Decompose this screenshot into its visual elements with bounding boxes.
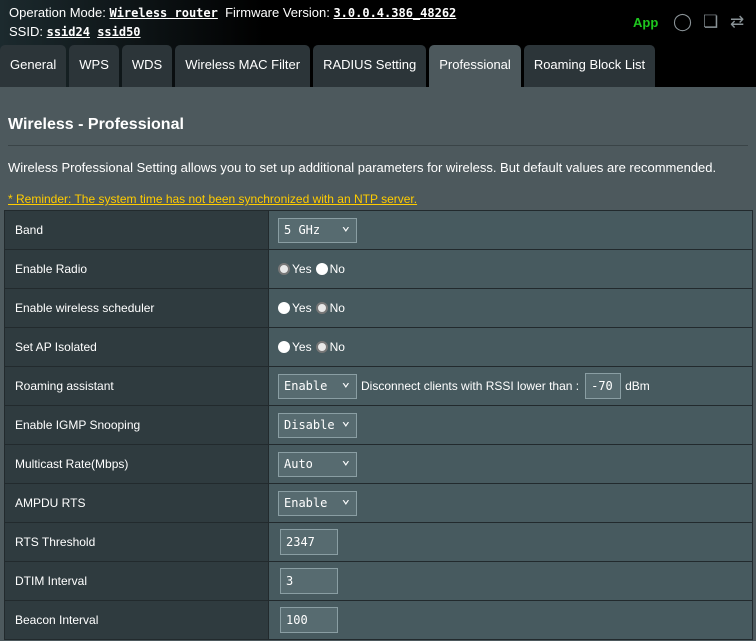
tab-radius[interactable]: RADIUS Setting xyxy=(313,45,427,87)
usb-icon[interactable]: ⇄ xyxy=(730,12,744,32)
ssid-info: SSID: ssid24 ssid50 xyxy=(9,24,141,39)
app-link[interactable]: App xyxy=(633,15,658,30)
row-dtim: DTIM Interval 3 xyxy=(4,561,753,601)
ap-isolated-no[interactable] xyxy=(315,341,328,354)
tab-bar: General WPS WDS Wireless MAC Filter RADI… xyxy=(0,45,658,87)
firmware-link[interactable]: 3.0.0.4.386_48262 xyxy=(333,6,456,20)
ntp-reminder-link[interactable]: * Reminder: The system time has not been… xyxy=(8,192,417,206)
multicast-select[interactable]: Auto xyxy=(278,449,357,477)
rssi-text: Disconnect clients with RSSI lower than … xyxy=(361,379,580,393)
row-multicast: Multicast Rate(Mbps) Auto xyxy=(4,444,753,484)
row-scheduler: Enable wireless scheduler Yes No xyxy=(4,288,753,328)
band-select[interactable]: 5 GHz xyxy=(278,215,357,243)
settings-table: Band 5 GHz Enable Radio Yes No Enable wirel… xyxy=(4,210,753,640)
tab-roaming-block[interactable]: Roaming Block List xyxy=(523,45,656,87)
devices-icon[interactable]: ❏ xyxy=(703,12,718,32)
ampdu-select[interactable]: Enable xyxy=(278,488,357,516)
yes-label: Yes xyxy=(292,340,312,355)
igmp-label: Enable IGMP Snooping xyxy=(4,405,269,445)
enable-radio-no[interactable] xyxy=(315,263,328,276)
op-mode-link[interactable]: Wireless router xyxy=(109,6,217,20)
ssid-24-link[interactable]: ssid24 xyxy=(47,25,90,39)
yes-label: Yes xyxy=(292,301,312,316)
operation-info: Operation Mode: Wireless router Firmware… xyxy=(9,5,456,20)
row-band: Band 5 GHz xyxy=(4,210,753,250)
igmp-select[interactable]: Disable xyxy=(278,410,357,438)
row-ap-isolated: Set AP Isolated Yes No xyxy=(4,327,753,367)
ampdu-label: AMPDU RTS xyxy=(4,483,269,523)
tab-wps[interactable]: WPS xyxy=(69,45,119,87)
no-label: No xyxy=(329,301,345,316)
tab-wds[interactable]: WDS xyxy=(121,45,173,87)
ap-isolated-yes[interactable] xyxy=(278,341,290,354)
scheduler-no[interactable] xyxy=(315,302,328,315)
row-enable-radio: Enable Radio Yes No xyxy=(4,249,753,289)
tab-general[interactable]: General xyxy=(0,45,67,87)
beacon-label: Beacon Interval xyxy=(4,600,269,640)
ssid-50-link[interactable]: ssid50 xyxy=(97,25,140,39)
rssi-input[interactable]: -70 xyxy=(585,373,622,399)
scheduler-label: Enable wireless scheduler xyxy=(4,288,269,328)
users-icon[interactable]: ◯ xyxy=(673,12,692,32)
ssid-label: SSID: xyxy=(9,24,43,39)
divider xyxy=(8,145,748,146)
band-label: Band xyxy=(4,210,269,250)
tab-professional[interactable]: Professional xyxy=(429,45,521,87)
row-roaming: Roaming assistant Enable Disconnect client… xyxy=(4,366,753,406)
scheduler-yes[interactable] xyxy=(278,302,290,315)
no-label: No xyxy=(329,262,345,277)
rssi-unit: dBm xyxy=(625,379,650,393)
rts-input[interactable]: 2347 xyxy=(280,529,338,555)
tab-mac-filter[interactable]: Wireless MAC Filter xyxy=(175,45,311,87)
enable-radio-yes[interactable] xyxy=(278,263,290,276)
row-ampdu: AMPDU RTS Enable xyxy=(4,483,753,523)
firmware-label: Firmware Version: xyxy=(225,5,330,20)
op-mode-label: Operation Mode: xyxy=(9,5,106,20)
page-description: Wireless Professional Setting allows you… xyxy=(8,160,717,175)
dtim-input[interactable]: 3 xyxy=(280,568,338,594)
row-rts: RTS Threshold 2347 xyxy=(4,522,753,562)
ap-isolated-label: Set AP Isolated xyxy=(4,327,269,367)
rts-label: RTS Threshold xyxy=(4,522,269,562)
beacon-input[interactable]: 100 xyxy=(280,607,338,633)
row-igmp: Enable IGMP Snooping Disable xyxy=(4,405,753,445)
row-beacon: Beacon Interval 100 xyxy=(4,600,753,640)
page-title: Wireless - Professional xyxy=(8,116,184,133)
roaming-label: Roaming assistant xyxy=(4,366,269,406)
no-label: No xyxy=(329,340,345,355)
multicast-label: Multicast Rate(Mbps) xyxy=(4,444,269,484)
enable-radio-label: Enable Radio xyxy=(4,249,269,289)
roaming-select[interactable]: Enable xyxy=(278,371,357,399)
yes-label: Yes xyxy=(292,262,312,277)
dtim-label: DTIM Interval xyxy=(4,561,269,601)
